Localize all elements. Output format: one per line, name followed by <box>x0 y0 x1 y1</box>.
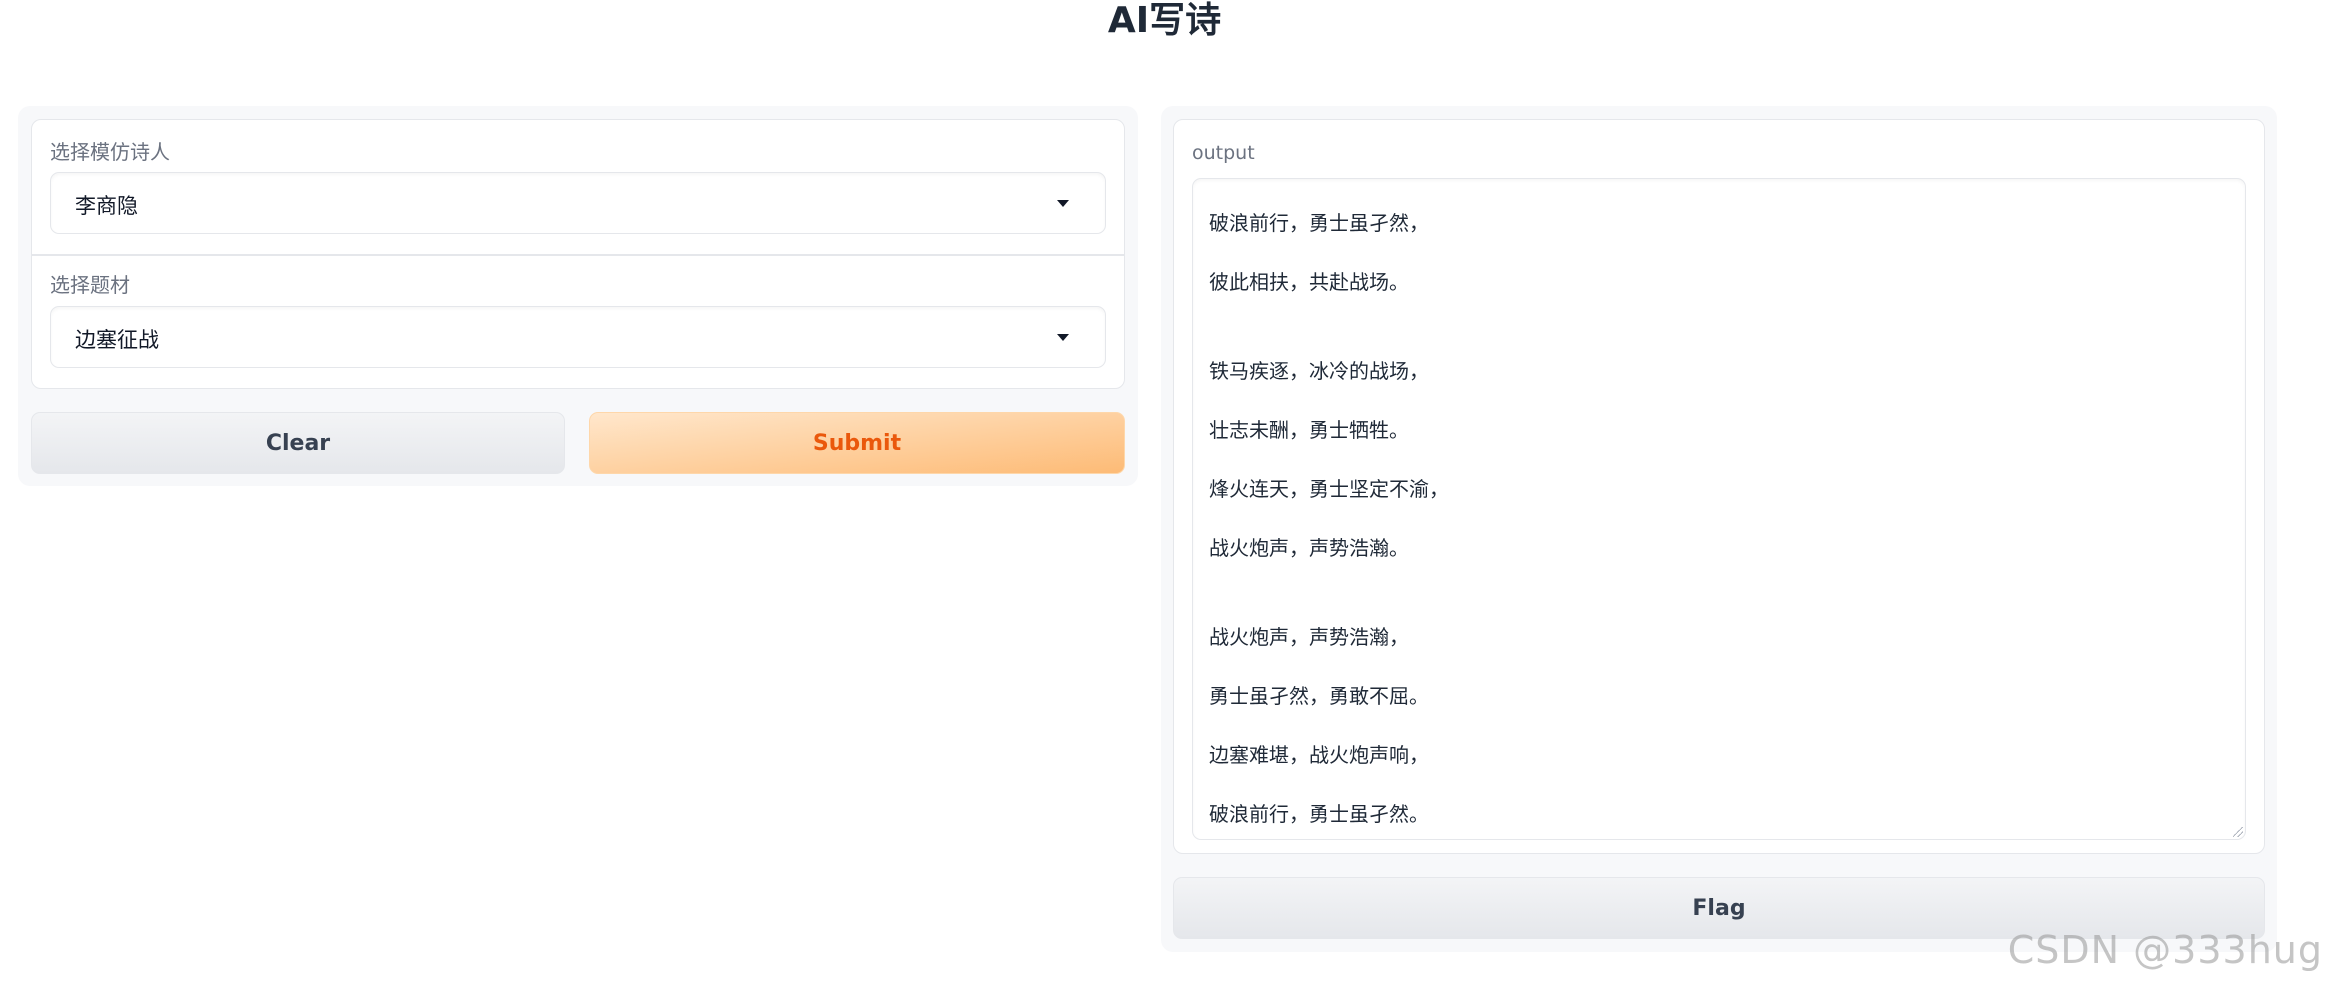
poem-line: 战火炮声，声势浩瀚。 <box>1209 536 1409 560</box>
poem-line: 烽火连天，勇士坚定不渝， <box>1209 477 1449 501</box>
chevron-down-icon <box>1057 200 1069 207</box>
poet-dropdown-value: 李商隐 <box>75 194 138 218</box>
poet-dropdown[interactable]: 李商隐 <box>50 172 1106 234</box>
form-divider <box>32 254 1124 256</box>
poem-line: 壮志未酬，勇士牺牲。 <box>1209 418 1409 442</box>
output-label: output <box>1192 142 1255 164</box>
input-form: 选择模仿诗人 李商隐 选择题材 边塞征战 <box>31 119 1125 389</box>
watermark: CSDN @333hug <box>2007 928 2323 972</box>
poem-line: 战火炮声，声势浩瀚， <box>1209 625 1409 649</box>
theme-dropdown[interactable]: 边塞征战 <box>50 306 1106 368</box>
resize-handle-icon[interactable] <box>2233 827 2243 837</box>
poem-line: 勇士虽孑然，勇敢不屈。 <box>1209 684 1429 708</box>
output-textarea[interactable]: 破浪前行，勇士虽孑然， 彼此相扶，共赴战场。 铁马疾逐，冰冷的战场， 壮志未酬，… <box>1192 178 2246 840</box>
theme-label: 选择题材 <box>50 273 130 297</box>
poem-line: 边塞难堪，战火炮声响， <box>1209 743 1429 767</box>
page-title: AI写诗 <box>1107 0 1222 41</box>
chevron-down-icon <box>1057 334 1069 341</box>
input-panel: 选择模仿诗人 李商隐 选择题材 边塞征战 Clear Submit <box>18 106 1138 486</box>
output-box: output 破浪前行，勇士虽孑然， 彼此相扶，共赴战场。 铁马疾逐，冰冷的战场… <box>1173 119 2265 854</box>
output-panel: output 破浪前行，勇士虽孑然， 彼此相扶，共赴战场。 铁马疾逐，冰冷的战场… <box>1161 106 2277 952</box>
clear-button[interactable]: Clear <box>31 412 565 474</box>
submit-button[interactable]: Submit <box>589 412 1125 474</box>
poem-line: 破浪前行，勇士虽孑然。 <box>1209 802 1429 826</box>
theme-dropdown-value: 边塞征战 <box>75 328 159 352</box>
poem-line: 铁马疾逐，冰冷的战场， <box>1209 359 1429 383</box>
poem-line: 破浪前行，勇士虽孑然， <box>1209 211 1429 235</box>
poem-line: 彼此相扶，共赴战场。 <box>1209 270 1409 294</box>
poet-label: 选择模仿诗人 <box>50 140 170 164</box>
